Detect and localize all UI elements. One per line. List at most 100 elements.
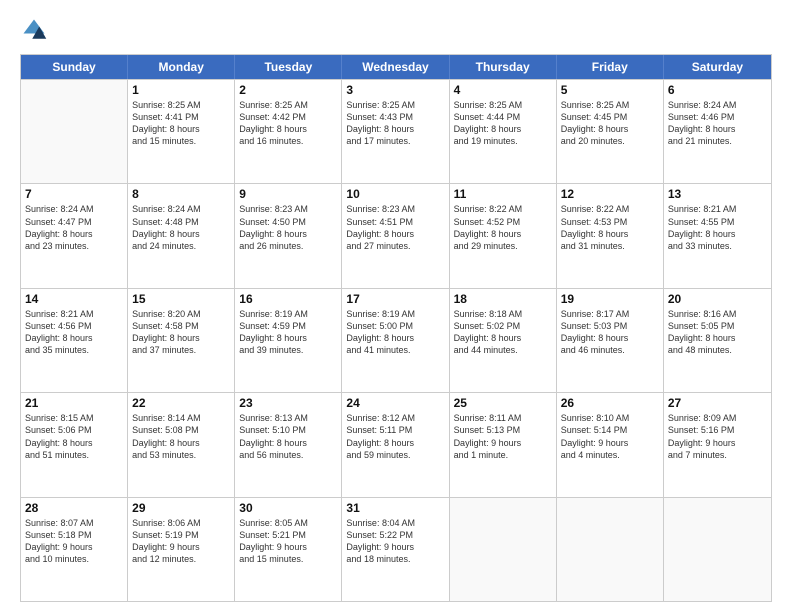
day-info: Sunrise: 8:23 AM Sunset: 4:50 PM Dayligh… xyxy=(239,203,337,252)
cal-cell: 20 Sunrise: 8:16 AM Sunset: 5:05 PM Dayli… xyxy=(664,289,771,392)
logo-icon xyxy=(20,16,48,44)
day-number: 27 xyxy=(668,396,767,410)
calendar-header: SundayMondayTuesdayWednesdayThursdayFrid… xyxy=(21,55,771,79)
day-info: Sunrise: 8:24 AM Sunset: 4:48 PM Dayligh… xyxy=(132,203,230,252)
day-info: Sunrise: 8:24 AM Sunset: 4:47 PM Dayligh… xyxy=(25,203,123,252)
day-number: 9 xyxy=(239,187,337,201)
day-number: 17 xyxy=(346,292,444,306)
cal-cell xyxy=(557,498,664,601)
week-row-3: 21 Sunrise: 8:15 AM Sunset: 5:06 PM Dayli… xyxy=(21,392,771,496)
day-info: Sunrise: 8:25 AM Sunset: 4:43 PM Dayligh… xyxy=(346,99,444,148)
day-info: Sunrise: 8:07 AM Sunset: 5:18 PM Dayligh… xyxy=(25,517,123,566)
day-number: 14 xyxy=(25,292,123,306)
day-number: 2 xyxy=(239,83,337,97)
day-number: 5 xyxy=(561,83,659,97)
cal-cell xyxy=(21,80,128,183)
day-number: 28 xyxy=(25,501,123,515)
day-number: 23 xyxy=(239,396,337,410)
cal-cell: 1 Sunrise: 8:25 AM Sunset: 4:41 PM Daylig… xyxy=(128,80,235,183)
cal-cell xyxy=(450,498,557,601)
cal-cell: 29 Sunrise: 8:06 AM Sunset: 5:19 PM Dayli… xyxy=(128,498,235,601)
header-cell-monday: Monday xyxy=(128,55,235,79)
day-number: 10 xyxy=(346,187,444,201)
day-info: Sunrise: 8:16 AM Sunset: 5:05 PM Dayligh… xyxy=(668,308,767,357)
day-number: 4 xyxy=(454,83,552,97)
header xyxy=(20,16,772,44)
day-number: 30 xyxy=(239,501,337,515)
day-number: 8 xyxy=(132,187,230,201)
day-number: 25 xyxy=(454,396,552,410)
day-info: Sunrise: 8:25 AM Sunset: 4:44 PM Dayligh… xyxy=(454,99,552,148)
day-number: 3 xyxy=(346,83,444,97)
day-number: 15 xyxy=(132,292,230,306)
cal-cell: 21 Sunrise: 8:15 AM Sunset: 5:06 PM Dayli… xyxy=(21,393,128,496)
cal-cell xyxy=(664,498,771,601)
logo xyxy=(20,16,52,44)
day-info: Sunrise: 8:14 AM Sunset: 5:08 PM Dayligh… xyxy=(132,412,230,461)
header-cell-sunday: Sunday xyxy=(21,55,128,79)
day-number: 11 xyxy=(454,187,552,201)
cal-cell: 26 Sunrise: 8:10 AM Sunset: 5:14 PM Dayli… xyxy=(557,393,664,496)
cal-cell: 12Sunrise: 8:22 AM Sunset: 4:53 PM Dayli… xyxy=(557,184,664,287)
day-info: Sunrise: 8:25 AM Sunset: 4:45 PM Dayligh… xyxy=(561,99,659,148)
cal-cell: 28 Sunrise: 8:07 AM Sunset: 5:18 PM Dayli… xyxy=(21,498,128,601)
day-number: 1 xyxy=(132,83,230,97)
day-info: Sunrise: 8:23 AM Sunset: 4:51 PM Dayligh… xyxy=(346,203,444,252)
cal-cell: 30Sunrise: 8:05 AM Sunset: 5:21 PM Dayli… xyxy=(235,498,342,601)
day-info: Sunrise: 8:04 AM Sunset: 5:22 PM Dayligh… xyxy=(346,517,444,566)
cal-cell: 18 Sunrise: 8:18 AM Sunset: 5:02 PM Dayli… xyxy=(450,289,557,392)
day-info: Sunrise: 8:06 AM Sunset: 5:19 PM Dayligh… xyxy=(132,517,230,566)
page: SundayMondayTuesdayWednesdayThursdayFrid… xyxy=(0,0,792,612)
day-number: 6 xyxy=(668,83,767,97)
cal-cell: 10 Sunrise: 8:23 AM Sunset: 4:51 PM Dayli… xyxy=(342,184,449,287)
week-row-1: 7 Sunrise: 8:24 AM Sunset: 4:47 PM Daylig… xyxy=(21,183,771,287)
day-info: Sunrise: 8:18 AM Sunset: 5:02 PM Dayligh… xyxy=(454,308,552,357)
day-info: Sunrise: 8:21 AM Sunset: 4:55 PM Dayligh… xyxy=(668,203,767,252)
day-number: 22 xyxy=(132,396,230,410)
day-number: 31 xyxy=(346,501,444,515)
day-info: Sunrise: 8:19 AM Sunset: 5:00 PM Dayligh… xyxy=(346,308,444,357)
day-info: Sunrise: 8:11 AM Sunset: 5:13 PM Dayligh… xyxy=(454,412,552,461)
day-info: Sunrise: 8:21 AM Sunset: 4:56 PM Dayligh… xyxy=(25,308,123,357)
day-number: 18 xyxy=(454,292,552,306)
day-number: 19 xyxy=(561,292,659,306)
cal-cell: 2 Sunrise: 8:25 AM Sunset: 4:42 PM Daylig… xyxy=(235,80,342,183)
day-number: 7 xyxy=(25,187,123,201)
header-cell-saturday: Saturday xyxy=(664,55,771,79)
day-number: 20 xyxy=(668,292,767,306)
calendar: SundayMondayTuesdayWednesdayThursdayFrid… xyxy=(20,54,772,602)
cal-cell: 5 Sunrise: 8:25 AM Sunset: 4:45 PM Daylig… xyxy=(557,80,664,183)
day-number: 24 xyxy=(346,396,444,410)
day-number: 21 xyxy=(25,396,123,410)
cal-cell: 13Sunrise: 8:21 AM Sunset: 4:55 PM Dayli… xyxy=(664,184,771,287)
week-row-2: 14 Sunrise: 8:21 AM Sunset: 4:56 PM Dayli… xyxy=(21,288,771,392)
cal-cell: 24Sunrise: 8:12 AM Sunset: 5:11 PM Dayli… xyxy=(342,393,449,496)
cal-cell: 14 Sunrise: 8:21 AM Sunset: 4:56 PM Dayli… xyxy=(21,289,128,392)
day-info: Sunrise: 8:25 AM Sunset: 4:42 PM Dayligh… xyxy=(239,99,337,148)
day-info: Sunrise: 8:15 AM Sunset: 5:06 PM Dayligh… xyxy=(25,412,123,461)
cal-cell: 22 Sunrise: 8:14 AM Sunset: 5:08 PM Dayli… xyxy=(128,393,235,496)
cal-cell: 19Sunrise: 8:17 AM Sunset: 5:03 PM Dayli… xyxy=(557,289,664,392)
header-cell-thursday: Thursday xyxy=(450,55,557,79)
day-number: 29 xyxy=(132,501,230,515)
cal-cell: 27 Sunrise: 8:09 AM Sunset: 5:16 PM Dayli… xyxy=(664,393,771,496)
day-number: 16 xyxy=(239,292,337,306)
cal-cell: 23Sunrise: 8:13 AM Sunset: 5:10 PM Dayli… xyxy=(235,393,342,496)
header-cell-friday: Friday xyxy=(557,55,664,79)
cal-cell: 7 Sunrise: 8:24 AM Sunset: 4:47 PM Daylig… xyxy=(21,184,128,287)
day-number: 26 xyxy=(561,396,659,410)
cal-cell: 16 Sunrise: 8:19 AM Sunset: 4:59 PM Dayli… xyxy=(235,289,342,392)
week-row-4: 28 Sunrise: 8:07 AM Sunset: 5:18 PM Dayli… xyxy=(21,497,771,601)
day-info: Sunrise: 8:19 AM Sunset: 4:59 PM Dayligh… xyxy=(239,308,337,357)
day-info: Sunrise: 8:09 AM Sunset: 5:16 PM Dayligh… xyxy=(668,412,767,461)
cal-cell: 25 Sunrise: 8:11 AM Sunset: 5:13 PM Dayli… xyxy=(450,393,557,496)
day-number: 12 xyxy=(561,187,659,201)
day-info: Sunrise: 8:10 AM Sunset: 5:14 PM Dayligh… xyxy=(561,412,659,461)
day-info: Sunrise: 8:25 AM Sunset: 4:41 PM Dayligh… xyxy=(132,99,230,148)
cal-cell: 15 Sunrise: 8:20 AM Sunset: 4:58 PM Dayli… xyxy=(128,289,235,392)
cal-cell: 3 Sunrise: 8:25 AM Sunset: 4:43 PM Daylig… xyxy=(342,80,449,183)
header-cell-tuesday: Tuesday xyxy=(235,55,342,79)
day-info: Sunrise: 8:24 AM Sunset: 4:46 PM Dayligh… xyxy=(668,99,767,148)
day-info: Sunrise: 8:20 AM Sunset: 4:58 PM Dayligh… xyxy=(132,308,230,357)
cal-cell: 11Sunrise: 8:22 AM Sunset: 4:52 PM Dayli… xyxy=(450,184,557,287)
